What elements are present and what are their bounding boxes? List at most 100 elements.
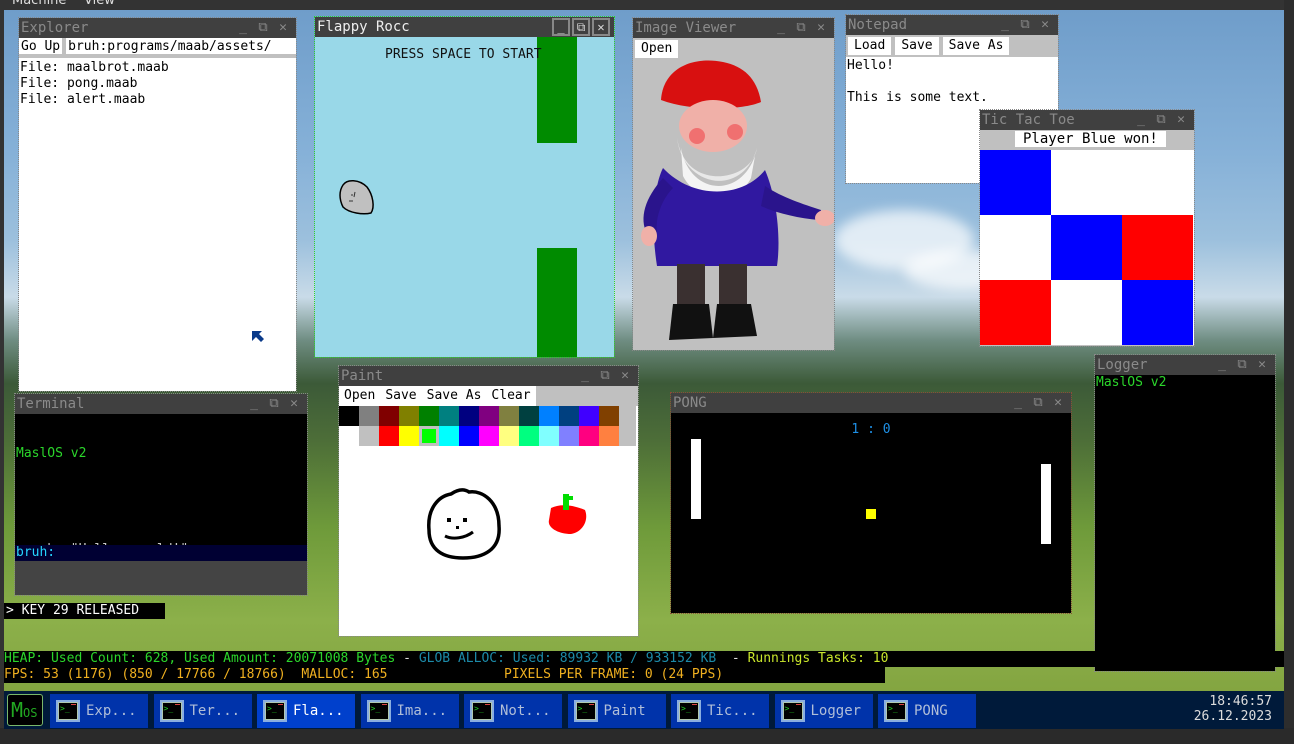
- flappy-titlebar[interactable]: Flappy Rocc _ ⧉ ✕: [315, 17, 614, 37]
- close-icon[interactable]: ✕: [812, 19, 830, 37]
- color-swatch[interactable]: [459, 406, 479, 426]
- board-cell[interactable]: [1122, 280, 1193, 345]
- taskbar-item[interactable]: >_ Ima...: [360, 694, 459, 728]
- minimize-icon[interactable]: _: [234, 19, 252, 37]
- path-input[interactable]: bruh:programs/maab/assets/: [66, 38, 272, 54]
- maximize-icon[interactable]: ⧉: [1233, 356, 1251, 374]
- close-icon[interactable]: ✕: [1036, 16, 1054, 34]
- save-as-button[interactable]: Save As: [942, 37, 1010, 55]
- tictactoe-titlebar[interactable]: Tic Tac Toe _ ⧉ ✕: [980, 110, 1194, 130]
- taskbar-item[interactable]: >_ Exp...: [50, 694, 148, 728]
- board-cell[interactable]: [980, 280, 1051, 345]
- paint-titlebar[interactable]: Paint _ ⧉ ✕: [339, 366, 638, 386]
- maximize-icon[interactable]: ⧉: [1016, 16, 1034, 34]
- start-button[interactable]: MOS: [7, 694, 43, 726]
- color-swatch[interactable]: [379, 426, 399, 446]
- save-as-button[interactable]: Save As: [421, 386, 487, 406]
- color-swatch[interactable]: [459, 426, 479, 446]
- color-swatch[interactable]: [499, 406, 519, 426]
- clear-button[interactable]: Clear: [486, 386, 536, 406]
- color-swatch[interactable]: [519, 406, 539, 426]
- open-button[interactable]: Open: [635, 40, 679, 58]
- minimize-icon[interactable]: _: [552, 18, 570, 36]
- explorer-titlebar[interactable]: Explorer _ ⧉ ✕: [19, 18, 296, 38]
- close-icon[interactable]: ✕: [592, 18, 610, 36]
- open-button[interactable]: Open: [339, 386, 381, 406]
- host-menu-machine[interactable]: Machine: [12, 0, 66, 8]
- board-cell[interactable]: [1051, 215, 1122, 280]
- save-button[interactable]: Save: [380, 386, 422, 406]
- pong-titlebar[interactable]: PONG _ ⧉ ✕: [671, 393, 1071, 413]
- notepad-titlebar[interactable]: Notepad _ ⧉ ✕: [846, 15, 1058, 35]
- color-swatch[interactable]: [359, 426, 379, 446]
- taskbar-item[interactable]: >_ Paint: [567, 694, 666, 728]
- color-swatch[interactable]: [399, 426, 419, 446]
- close-icon[interactable]: ✕: [274, 19, 292, 37]
- taskbar-item[interactable]: >_ Fla...: [257, 694, 355, 728]
- load-button[interactable]: Load: [848, 37, 892, 55]
- flappy-game-canvas[interactable]: PRESS SPACE TO START: [315, 37, 614, 357]
- taskbar-item[interactable]: >_ Logger: [774, 694, 873, 728]
- board-cell[interactable]: [1122, 150, 1193, 215]
- minimize-icon[interactable]: _: [1132, 111, 1150, 129]
- close-icon[interactable]: ✕: [1172, 111, 1190, 129]
- maximize-icon[interactable]: ⧉: [254, 19, 272, 37]
- maximize-icon[interactable]: ⧉: [265, 395, 283, 413]
- taskbar-item[interactable]: >_ Not...: [464, 694, 562, 728]
- color-swatch[interactable]: [539, 406, 559, 426]
- minimize-icon[interactable]: _: [772, 19, 790, 37]
- color-swatch[interactable]: [359, 406, 379, 426]
- board-cell[interactable]: [1122, 215, 1193, 280]
- color-swatch[interactable]: [419, 426, 439, 446]
- color-swatch[interactable]: [539, 426, 559, 446]
- file-item[interactable]: File: maalbrot.maab: [20, 60, 295, 76]
- taskbar-item[interactable]: >_ PONG: [878, 694, 976, 728]
- taskbar-item[interactable]: >_ Ter...: [153, 694, 252, 728]
- close-icon[interactable]: ✕: [1049, 394, 1067, 412]
- color-swatch[interactable]: [519, 426, 539, 446]
- color-swatch[interactable]: [479, 426, 499, 446]
- maximize-icon[interactable]: ⧉: [596, 367, 614, 385]
- minimize-icon[interactable]: _: [1009, 394, 1027, 412]
- color-swatch[interactable]: [579, 426, 599, 446]
- color-swatch[interactable]: [399, 406, 419, 426]
- color-swatch[interactable]: [599, 426, 619, 446]
- color-swatch[interactable]: [419, 406, 439, 426]
- paint-canvas[interactable]: [339, 446, 636, 635]
- color-swatch[interactable]: [559, 426, 579, 446]
- terminal-titlebar[interactable]: Terminal _ ⧉ ✕: [15, 394, 307, 414]
- save-button[interactable]: Save: [895, 37, 939, 55]
- pong-game-canvas[interactable]: 1 : 0: [671, 413, 1071, 613]
- color-swatch[interactable]: [339, 406, 359, 426]
- notepad-text-area[interactable]: Hello! This is some text.: [846, 57, 1058, 107]
- maximize-icon[interactable]: ⧉: [572, 18, 590, 36]
- color-swatch[interactable]: [599, 406, 619, 426]
- board-cell[interactable]: [1051, 150, 1122, 215]
- go-up-button[interactable]: Go Up: [19, 38, 67, 54]
- color-swatch[interactable]: [379, 406, 399, 426]
- minimize-icon[interactable]: _: [1213, 356, 1231, 374]
- logger-titlebar[interactable]: Logger _ ⧉ ✕: [1095, 355, 1275, 375]
- image-viewer-titlebar[interactable]: Image Viewer _ ⧉ ✕: [633, 18, 834, 38]
- file-item[interactable]: File: alert.maab: [20, 92, 295, 108]
- color-swatch[interactable]: [439, 406, 459, 426]
- minimize-icon[interactable]: _: [245, 395, 263, 413]
- file-item[interactable]: File: pong.maab: [20, 76, 295, 92]
- board-cell[interactable]: [980, 150, 1051, 215]
- color-swatch[interactable]: [499, 426, 519, 446]
- close-icon[interactable]: ✕: [1253, 356, 1271, 374]
- board-cell[interactable]: [980, 215, 1051, 280]
- board-cell[interactable]: [1051, 280, 1122, 345]
- close-icon[interactable]: ✕: [285, 395, 303, 413]
- color-swatch[interactable]: [339, 426, 359, 446]
- minimize-icon[interactable]: _: [576, 367, 594, 385]
- close-icon[interactable]: ✕: [616, 367, 634, 385]
- terminal-input[interactable]: bruh:: [15, 545, 307, 561]
- taskbar-item[interactable]: >_ Tic...: [671, 694, 769, 728]
- color-swatch[interactable]: [559, 406, 579, 426]
- color-swatch[interactable]: [479, 406, 499, 426]
- host-menu-view[interactable]: View: [84, 0, 115, 8]
- maximize-icon[interactable]: ⧉: [1152, 111, 1170, 129]
- maximize-icon[interactable]: ⧉: [1029, 394, 1047, 412]
- color-swatch[interactable]: [439, 426, 459, 446]
